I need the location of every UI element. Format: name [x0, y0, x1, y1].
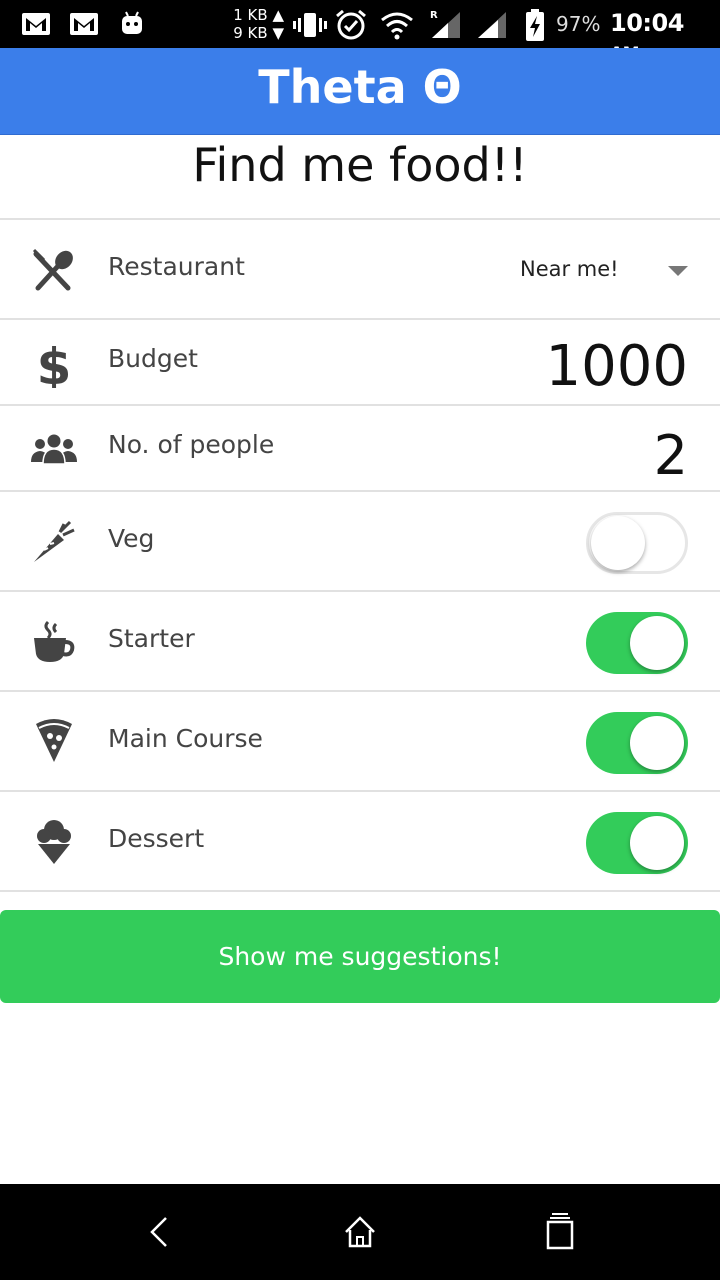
restaurant-selected-value: Near me! — [520, 257, 619, 281]
restaurant-dropdown[interactable]: Near me! — [500, 240, 700, 300]
battery-charging-icon — [526, 9, 544, 41]
dessert-toggle[interactable] — [586, 812, 688, 874]
vibrate-icon — [293, 13, 327, 37]
ice-cream-icon — [37, 820, 71, 864]
signal-icon — [478, 12, 506, 38]
dollar-icon: $ — [37, 340, 72, 388]
gmail-notification-icon — [70, 13, 98, 35]
restaurant-row: Restaurant Near me! — [0, 218, 720, 319]
budget-label: Budget — [108, 344, 198, 373]
toggle-knob — [630, 716, 684, 770]
network-speed: 1 KB ▲ 9 KB ▼ — [233, 6, 284, 42]
carrot-icon — [34, 520, 75, 562]
budget-input[interactable]: 1000 — [545, 334, 688, 399]
alarm-icon — [336, 9, 366, 40]
app-title: Theta Θ — [258, 60, 462, 114]
people-icon — [31, 434, 77, 465]
starter-row: Starter — [0, 590, 720, 691]
fork-spoon-icon — [32, 248, 73, 291]
veg-label: Veg — [108, 524, 155, 553]
main-course-toggle[interactable] — [586, 712, 688, 774]
coffee-cup-icon — [34, 620, 75, 662]
veg-toggle[interactable] — [586, 512, 688, 574]
app-bar: Theta Θ — [0, 48, 720, 135]
signal-roaming-icon: R — [430, 10, 460, 38]
dessert-row: Dessert — [0, 790, 720, 891]
people-label: No. of people — [108, 430, 275, 459]
toggle-knob — [630, 816, 684, 870]
page-title: Find me food!! — [192, 138, 528, 192]
show-suggestions-button[interactable]: Show me suggestions! — [0, 910, 720, 1003]
people-row: No. of people 2 — [0, 404, 720, 492]
gmail-notification-icon — [22, 13, 50, 35]
dessert-label: Dessert — [108, 824, 205, 853]
people-input[interactable]: 2 — [654, 424, 688, 487]
battery-percent: 97% — [556, 12, 601, 36]
starter-toggle[interactable] — [586, 612, 688, 674]
status-bar: 1 KB ▲ 9 KB ▼ R 97% 10:04 AM — [0, 0, 720, 64]
chevron-down-icon — [668, 266, 688, 276]
veg-row: Veg — [0, 490, 720, 591]
toggle-knob — [630, 616, 684, 670]
main-course-label: Main Course — [108, 724, 263, 753]
back-icon[interactable] — [138, 1212, 178, 1252]
svg-text:R: R — [430, 10, 438, 21]
home-icon[interactable] — [340, 1212, 380, 1252]
svg-text:$: $ — [37, 340, 72, 388]
navigation-bar — [0, 1184, 720, 1280]
recent-apps-icon[interactable] — [540, 1212, 580, 1252]
main-course-row: Main Course — [0, 690, 720, 791]
restaurant-label: Restaurant — [108, 252, 245, 281]
budget-row: $ Budget 1000 — [0, 318, 720, 406]
starter-label: Starter — [108, 624, 195, 653]
toggle-knob — [591, 516, 645, 570]
android-notification-icon — [122, 11, 142, 34]
wifi-icon — [381, 12, 413, 40]
pizza-slice-icon — [36, 719, 72, 762]
divider — [0, 890, 720, 892]
